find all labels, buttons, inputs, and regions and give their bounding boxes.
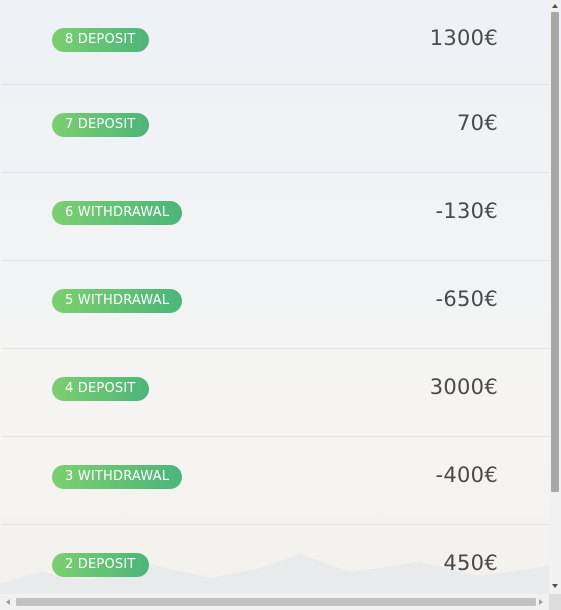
scrollbar-corner [549, 594, 561, 610]
transaction-amount: -650€ [435, 287, 498, 311]
scroll-left-arrow-icon[interactable] [6, 599, 10, 605]
transaction-type-badge: 2 DEPOSIT [52, 553, 149, 577]
transaction-row: 4 DEPOSIT 3000€ [2, 349, 549, 437]
transaction-type-badge: 6 WITHDRAWAL [52, 201, 183, 225]
transaction-row: 8 DEPOSIT 1300€ [2, 0, 549, 85]
transaction-amount: -130€ [435, 199, 498, 223]
vertical-scrollbar-thumb[interactable] [551, 12, 559, 492]
transaction-row: 5 WITHDRAWAL -650€ [2, 261, 549, 349]
transaction-amount: 3000€ [429, 375, 498, 399]
horizontal-scrollbar-thumb[interactable] [16, 598, 536, 606]
transaction-row: 6 WITHDRAWAL -130€ [2, 173, 549, 261]
transaction-type-badge: 3 WITHDRAWAL [52, 465, 183, 489]
transaction-amount: 450€ [443, 551, 498, 575]
transaction-list-panel: 8 DEPOSIT 1300€ 7 DEPOSIT 70€ 6 WITHDRAW… [0, 0, 550, 594]
transaction-list: 8 DEPOSIT 1300€ 7 DEPOSIT 70€ 6 WITHDRAW… [2, 0, 549, 594]
transaction-type-badge: 5 WITHDRAWAL [52, 289, 183, 313]
transaction-type-badge: 4 DEPOSIT [52, 377, 149, 401]
transaction-type-badge: 8 DEPOSIT [52, 28, 149, 52]
vertical-scrollbar[interactable] [549, 0, 561, 594]
transaction-row: 3 WITHDRAWAL -400€ [2, 437, 549, 525]
transaction-amount: 70€ [457, 111, 498, 135]
scroll-up-arrow-icon[interactable] [552, 4, 558, 8]
transaction-type-badge: 7 DEPOSIT [52, 113, 149, 137]
scroll-right-arrow-icon[interactable] [539, 599, 543, 605]
transaction-row: 7 DEPOSIT 70€ [2, 85, 549, 173]
transaction-amount: -400€ [435, 463, 498, 487]
transaction-row: 2 DEPOSIT 450€ [2, 525, 549, 594]
transaction-amount: 1300€ [429, 26, 498, 50]
horizontal-scrollbar[interactable] [0, 594, 549, 610]
scroll-down-arrow-icon[interactable] [552, 584, 558, 588]
